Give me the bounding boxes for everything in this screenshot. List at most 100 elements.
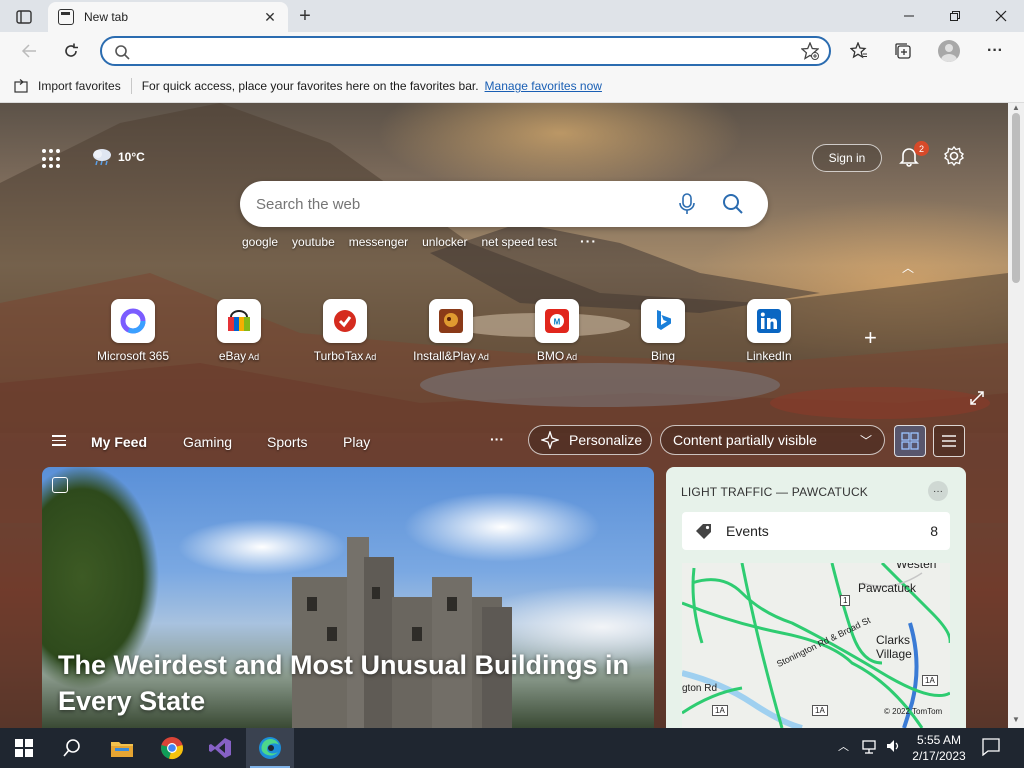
voice-search-button[interactable] <box>678 193 696 218</box>
quick-link-bmo[interactable]: M BMO Ad <box>504 299 610 363</box>
minimize-button[interactable] <box>886 0 932 32</box>
bing-logo <box>641 299 685 343</box>
web-search-input[interactable] <box>256 193 656 215</box>
tab-my-feed[interactable]: My Feed <box>91 434 147 450</box>
traffic-events-row[interactable]: Events 8 <box>682 512 950 550</box>
quick-link-bing[interactable]: Bing <box>610 299 716 363</box>
list-layout-icon <box>942 435 956 447</box>
start-button[interactable] <box>0 728 48 768</box>
tab-actions-menu-button[interactable] <box>8 6 40 28</box>
trending-item[interactable]: unlocker <box>422 235 467 249</box>
address-bar[interactable] <box>100 36 831 66</box>
more-trending-button[interactable]: ··· <box>580 233 597 249</box>
chevron-down-icon: ﹀ <box>859 434 872 448</box>
chrome-button[interactable] <box>148 728 196 768</box>
tab-title: New tab <box>84 10 129 24</box>
volume-icon[interactable] <box>886 738 902 757</box>
new-tab-button[interactable]: + <box>292 4 318 28</box>
bmo-logo: M <box>535 299 579 343</box>
tab-sports[interactable]: Sports <box>267 434 307 450</box>
expand-background-icon[interactable] <box>970 391 984 408</box>
traffic-card[interactable]: LIGHT TRAFFIC — PAWCATUCK ··· Events 8 W… <box>666 467 966 728</box>
personalize-button[interactable]: Personalize <box>528 425 652 455</box>
tab-new-tab[interactable]: New tab ✕ <box>48 2 288 32</box>
close-tab-button[interactable]: ✕ <box>262 9 278 25</box>
favorites-bar-message: For quick access, place your favorites h… <box>141 79 479 93</box>
ad-label: Ad <box>248 352 260 362</box>
add-quick-link-button[interactable]: + <box>864 325 877 351</box>
tab-actions-icon <box>16 10 32 24</box>
collections-button[interactable] <box>888 37 918 65</box>
rain-cloud-icon <box>93 149 111 166</box>
action-center-button[interactable] <box>982 738 1000 759</box>
sign-in-button[interactable]: Sign in <box>812 144 882 172</box>
svg-text:M: M <box>554 318 561 327</box>
quick-link-turbotax[interactable]: TurboTax Ad <box>292 299 398 363</box>
search-taskbar-button[interactable] <box>48 728 96 768</box>
more-feed-tabs-button[interactable]: ··· <box>490 431 504 447</box>
visual-studio-button[interactable] <box>196 728 244 768</box>
close-window-button[interactable] <box>978 0 1024 32</box>
tab-play[interactable]: Play <box>343 434 370 450</box>
scrollbar-thumb[interactable] <box>1012 113 1020 283</box>
quick-link-ebay[interactable]: eBay Ad <box>186 299 292 363</box>
settings-and-more-button[interactable]: ··· <box>980 37 1010 65</box>
import-favorites-label: Import favorites <box>38 79 121 93</box>
tile-label: eBay <box>218 349 247 363</box>
scroll-up-arrow-icon[interactable]: ▲ <box>1011 103 1021 113</box>
page-settings-button[interactable] <box>943 145 967 169</box>
trending-item[interactable]: net speed test <box>481 235 556 249</box>
map-label: Pawcatuck <box>858 581 917 595</box>
app-launcher-button[interactable] <box>42 149 62 169</box>
weather-widget[interactable]: 10°C <box>90 147 145 167</box>
events-count: 8 <box>930 523 938 539</box>
quick-link-linkedin[interactable]: LinkedIn <box>716 299 822 363</box>
address-input[interactable] <box>140 42 790 60</box>
grid-layout-button[interactable] <box>894 425 926 457</box>
traffic-card-more-button[interactable]: ··· <box>928 481 948 501</box>
refresh-button[interactable] <box>56 37 86 65</box>
collections-icon <box>895 43 911 59</box>
article-headline[interactable]: The Weirdest and Most Unusual Buildings … <box>58 647 638 719</box>
search-submit-button[interactable] <box>722 193 744 218</box>
traffic-map[interactable]: Westerl Pawcatuck Clarks Village Stoning… <box>682 563 950 728</box>
route-shield: 1 <box>840 595 851 606</box>
import-favorites-button[interactable]: Import favorites <box>14 79 121 93</box>
show-hidden-icons-chevron-icon[interactable]: ︿ <box>838 738 849 754</box>
manage-favorites-link[interactable]: Manage favorites now <box>485 79 602 93</box>
page-scrollbar[interactable]: ▲ ▼ <box>1008 103 1024 728</box>
feed-menu-button[interactable] <box>52 435 66 449</box>
restore-button[interactable] <box>932 0 978 32</box>
close-icon <box>995 10 1007 22</box>
trending-item[interactable]: youtube <box>292 235 335 249</box>
quick-link-install-and-play[interactable]: Install&Play Ad <box>398 299 504 363</box>
scroll-down-arrow-icon[interactable]: ▼ <box>1011 715 1021 725</box>
tab-strip: New tab ✕ + <box>0 0 1024 32</box>
favbar-divider <box>130 78 132 94</box>
network-icon[interactable] <box>862 738 878 757</box>
back-button[interactable] <box>14 37 44 65</box>
tile-label: Install&Play <box>413 349 476 363</box>
tab-gaming[interactable]: Gaming <box>183 434 232 450</box>
tile-label: BMO <box>536 349 565 363</box>
quick-link-microsoft-365[interactable]: Microsoft 365 <box>80 299 186 363</box>
more-dots-icon: ··· <box>987 42 1003 59</box>
file-explorer-button[interactable] <box>98 728 146 768</box>
new-tab-page: 10°C Sign in 2 google youtube messenger … <box>0 103 1008 728</box>
featured-article-card[interactable]: The Weirdest and Most Unusual Buildings … <box>42 467 654 728</box>
notifications-button[interactable]: 2 <box>898 141 929 169</box>
clock-date: 2/17/2023 <box>912 749 966 763</box>
new-tab-favicon-icon <box>58 9 74 25</box>
favorites-button[interactable] <box>844 37 874 65</box>
collapse-chevron-up-icon[interactable]: ︿ <box>902 259 914 276</box>
map-copyright: © 2022 TomTom <box>884 707 943 716</box>
system-clock[interactable]: 5:55 AM 2/17/2023 <box>906 732 972 764</box>
list-layout-button[interactable] <box>933 425 965 457</box>
add-favorite-icon[interactable] <box>800 41 820 65</box>
web-search-box[interactable] <box>240 181 768 227</box>
trending-item[interactable]: messenger <box>349 235 408 249</box>
edge-button[interactable] <box>246 728 294 768</box>
trending-item[interactable]: google <box>242 235 278 249</box>
profile-button[interactable] <box>934 37 964 65</box>
content-visibility-dropdown[interactable]: Content partially visible ﹀ <box>660 425 885 455</box>
